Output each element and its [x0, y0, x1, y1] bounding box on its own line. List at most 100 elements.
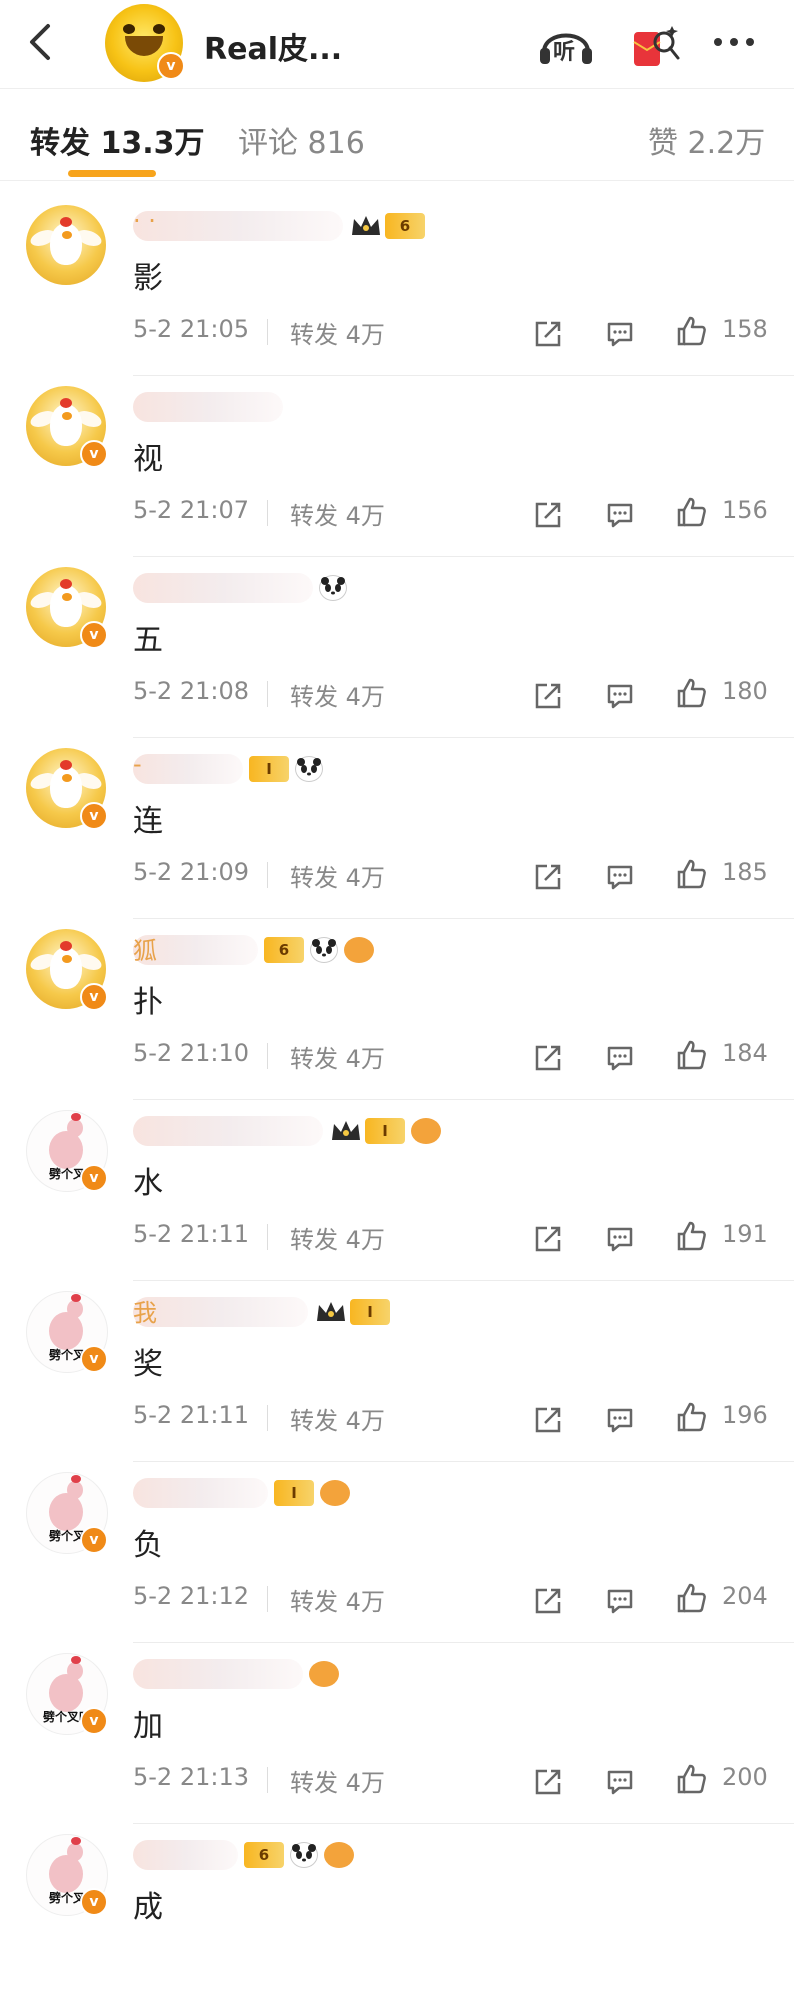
list-item[interactable]: v 视 5-2 21:07 转发 4万 156: [0, 376, 794, 557]
repost-count[interactable]: 转发 4万: [290, 677, 385, 712]
timestamp: 5-2 21:08: [133, 677, 249, 705]
comment-icon[interactable]: [605, 1224, 635, 1254]
comment-icon[interactable]: [605, 1767, 635, 1797]
back-chevron-icon[interactable]: [22, 20, 62, 64]
like-thumb-icon[interactable]: [676, 858, 708, 890]
list-item[interactable]: 劈个叉吧 v 加 5-2 21:13 转发 4万 200: [0, 1643, 794, 1824]
list-item[interactable]: · · 6 影 5-2 21:05 转发 4万 158: [0, 195, 794, 376]
share-icon[interactable]: [533, 1224, 563, 1254]
meta-divider: [267, 1043, 268, 1069]
meta-divider: [267, 1224, 268, 1250]
share-icon[interactable]: [533, 1405, 563, 1435]
like-thumb-icon[interactable]: [676, 677, 708, 709]
level-badge: I: [365, 1118, 405, 1144]
comment-icon[interactable]: [605, 319, 635, 349]
comment-icon[interactable]: [605, 1405, 635, 1435]
crown-icon: [329, 1118, 363, 1144]
repost-text: 连: [133, 804, 163, 839]
crown-icon: [314, 1299, 348, 1325]
listen-label: 听: [553, 40, 576, 65]
timestamp: 5-2 21:11: [133, 1401, 249, 1429]
pufferfish-icon: [324, 1842, 354, 1868]
repost-count[interactable]: 转发 4万: [290, 315, 385, 350]
share-icon[interactable]: [533, 862, 563, 892]
tab-comments[interactable]: 评论 816: [238, 118, 365, 162]
list-item[interactable]: 劈个叉 v 6 成: [0, 1824, 794, 2005]
repost-text: 水: [133, 1166, 163, 1201]
username-lead: 狐: [133, 937, 157, 965]
timestamp: 5-2 21:05: [133, 315, 249, 343]
list-item[interactable]: 劈个叉 v I 水 5-2 21:11 转发 4万 191: [0, 1100, 794, 1281]
pufferfish-icon: [344, 937, 374, 963]
repost-text: 奖: [133, 1347, 163, 1382]
like-count: 156: [722, 496, 768, 524]
red-envelope-search-icon[interactable]: [628, 20, 688, 70]
repost-text: 扑: [133, 985, 163, 1020]
verified-badge-icon: v: [80, 1707, 108, 1735]
like-thumb-icon[interactable]: [676, 1220, 708, 1252]
repost-count[interactable]: 转发 4万: [290, 1401, 385, 1436]
panda-icon: [319, 575, 347, 601]
comment-icon[interactable]: [605, 862, 635, 892]
verified-badge-icon: v: [157, 52, 185, 80]
chick-avatar[interactable]: [26, 205, 106, 285]
share-icon[interactable]: [533, 1767, 563, 1797]
like-thumb-icon[interactable]: [676, 315, 708, 347]
list-item[interactable]: v 五 5-2 21:08 转发 4万 180: [0, 557, 794, 738]
username-redacted[interactable]: [133, 1478, 268, 1508]
timestamp: 5-2 21:07: [133, 496, 249, 524]
list-item[interactable]: v 狐 6 扑 5-2 21:10 转发 4万 184: [0, 919, 794, 1100]
list-item[interactable]: v - I 连 5-2 21:09 转发 4万 185: [0, 738, 794, 919]
share-icon[interactable]: [533, 500, 563, 530]
like-thumb-icon[interactable]: [676, 496, 708, 528]
profile-title[interactable]: Real皮...: [204, 24, 342, 68]
verified-badge-icon: v: [80, 1888, 108, 1916]
repost-count[interactable]: 转发 4万: [290, 858, 385, 893]
comment-icon[interactable]: [605, 500, 635, 530]
like-count: 185: [722, 858, 768, 886]
listen-headphone-icon[interactable]: 听: [536, 20, 596, 70]
list-item[interactable]: 劈个叉 v I 负 5-2 21:12 转发 4万 204: [0, 1462, 794, 1643]
pufferfish-icon: [309, 1661, 339, 1687]
more-icon[interactable]: [706, 20, 766, 70]
comment-icon[interactable]: [605, 1586, 635, 1616]
share-icon[interactable]: [533, 1586, 563, 1616]
repost-count[interactable]: 转发 4万: [290, 1039, 385, 1074]
username-redacted[interactable]: [133, 392, 283, 422]
username-redacted[interactable]: [133, 754, 243, 784]
meta-divider: [267, 862, 268, 888]
level-badge: I: [350, 1299, 390, 1325]
like-thumb-icon[interactable]: [676, 1763, 708, 1795]
meta-divider: [267, 1767, 268, 1793]
level-badge: 6: [264, 937, 304, 963]
comment-icon[interactable]: [605, 681, 635, 711]
timestamp: 5-2 21:10: [133, 1039, 249, 1067]
timestamp: 5-2 21:09: [133, 858, 249, 886]
list-item[interactable]: 劈个叉 v 我 I 奖 5-2 21:11 转发 4万 196: [0, 1281, 794, 1462]
comment-icon[interactable]: [605, 1043, 635, 1073]
repost-count[interactable]: 转发 4万: [290, 1763, 385, 1798]
username-redacted[interactable]: [133, 1297, 308, 1327]
tab-reposts[interactable]: 转发 13.3万: [30, 118, 204, 162]
username-redacted[interactable]: [133, 1659, 303, 1689]
panda-icon: [295, 756, 323, 782]
username-redacted[interactable]: [133, 211, 343, 241]
share-icon[interactable]: [533, 1043, 563, 1073]
like-thumb-icon[interactable]: [676, 1582, 708, 1614]
like-thumb-icon[interactable]: [676, 1401, 708, 1433]
like-count: 200: [722, 1763, 768, 1791]
username-redacted[interactable]: [133, 1116, 323, 1146]
like-thumb-icon[interactable]: [676, 1039, 708, 1071]
share-icon[interactable]: [533, 681, 563, 711]
tab-likes[interactable]: 赞 2.2万: [648, 118, 765, 162]
repost-count[interactable]: 转发 4万: [290, 496, 385, 531]
meta-divider: [267, 319, 268, 345]
panda-icon: [290, 1842, 318, 1868]
username-redacted[interactable]: [133, 1840, 238, 1870]
username-redacted[interactable]: [133, 573, 313, 603]
repost-text: 视: [133, 442, 163, 477]
share-icon[interactable]: [533, 319, 563, 349]
repost-count[interactable]: 转发 4万: [290, 1220, 385, 1255]
repost-count[interactable]: 转发 4万: [290, 1582, 385, 1617]
active-tab-indicator: [68, 170, 156, 177]
